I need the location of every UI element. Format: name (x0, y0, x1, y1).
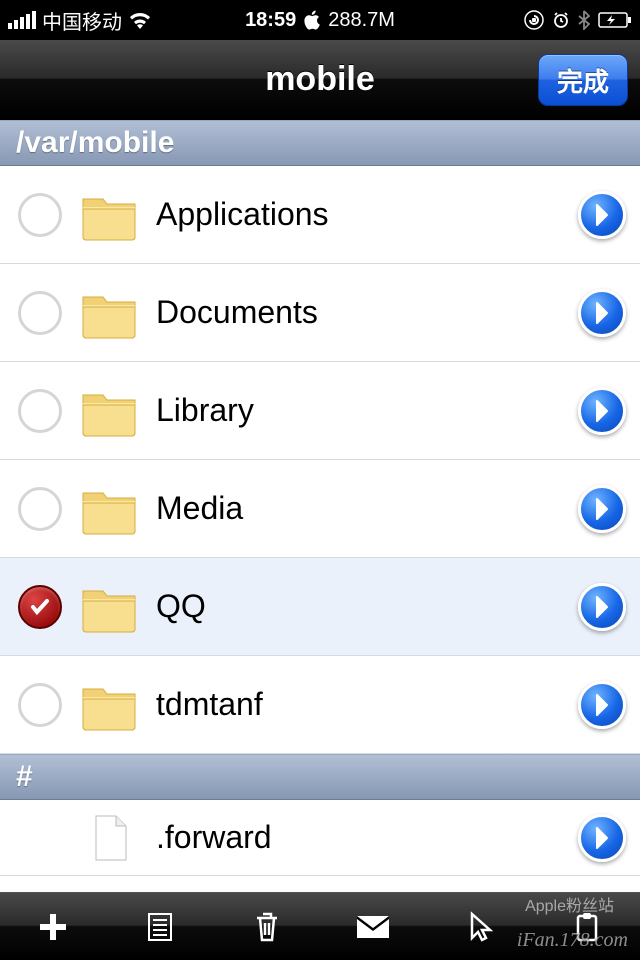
apple-icon (304, 10, 320, 30)
select-checkbox[interactable] (18, 683, 62, 727)
folder-icon (80, 385, 138, 437)
folder-icon (80, 679, 138, 731)
folder-icon (80, 581, 138, 633)
hash-header: # (0, 754, 640, 800)
detail-button[interactable] (578, 191, 626, 239)
list-item[interactable]: Media (0, 460, 640, 558)
delete-button[interactable] (245, 905, 289, 949)
list-item[interactable]: QQ (0, 558, 640, 656)
archive-button[interactable] (138, 905, 182, 949)
item-name: Applications (156, 196, 560, 233)
detail-button[interactable] (578, 289, 626, 337)
rotation-lock-icon (524, 10, 544, 30)
select-checkbox[interactable] (18, 585, 62, 629)
done-label: 完成 (557, 62, 609, 99)
select-checkbox[interactable] (18, 389, 62, 433)
status-bar: 中国移动 18:59 288.7M (0, 0, 640, 40)
file-list-hash: .forward (0, 800, 640, 876)
detail-button[interactable] (578, 583, 626, 631)
file-icon (80, 812, 138, 864)
folder-icon (80, 287, 138, 339)
clipboard-button[interactable] (565, 905, 609, 949)
toolbar (0, 892, 640, 960)
cursor-button[interactable] (458, 905, 502, 949)
battery-charging-icon (598, 12, 632, 28)
list-item[interactable]: Applications (0, 166, 640, 264)
detail-button[interactable] (578, 387, 626, 435)
detail-button[interactable] (578, 814, 626, 862)
mail-button[interactable] (351, 905, 395, 949)
item-name: Media (156, 490, 560, 527)
page-title: mobile (265, 60, 375, 99)
mem-label: 288.7M (328, 9, 395, 32)
time-label: 18:59 (245, 9, 296, 32)
wifi-icon (128, 11, 152, 29)
path-header: /var/mobile (0, 120, 640, 166)
item-name: Documents (156, 294, 560, 331)
bluetooth-icon (578, 10, 590, 30)
list-item[interactable]: Library (0, 362, 640, 460)
item-name: .forward (156, 819, 560, 856)
carrier-label: 中国移动 (42, 6, 122, 35)
list-item[interactable]: Documents (0, 264, 640, 362)
alarm-icon (552, 11, 570, 29)
item-name: QQ (156, 588, 560, 625)
item-name: tdmtanf (156, 686, 560, 723)
select-checkbox[interactable] (18, 291, 62, 335)
list-item[interactable]: .forward (0, 800, 640, 876)
nav-bar: mobile 完成 (0, 40, 640, 120)
list-item[interactable]: tdmtanf (0, 656, 640, 754)
detail-button[interactable] (578, 485, 626, 533)
item-name: Library (156, 392, 560, 429)
file-list: Applications Documents Library Media (0, 166, 640, 754)
add-button[interactable] (31, 905, 75, 949)
done-button[interactable]: 完成 (538, 54, 628, 106)
select-checkbox[interactable] (18, 487, 62, 531)
select-checkbox[interactable] (18, 193, 62, 237)
detail-button[interactable] (578, 681, 626, 729)
folder-icon (80, 483, 138, 535)
folder-icon (80, 189, 138, 241)
signal-icon (8, 11, 36, 29)
